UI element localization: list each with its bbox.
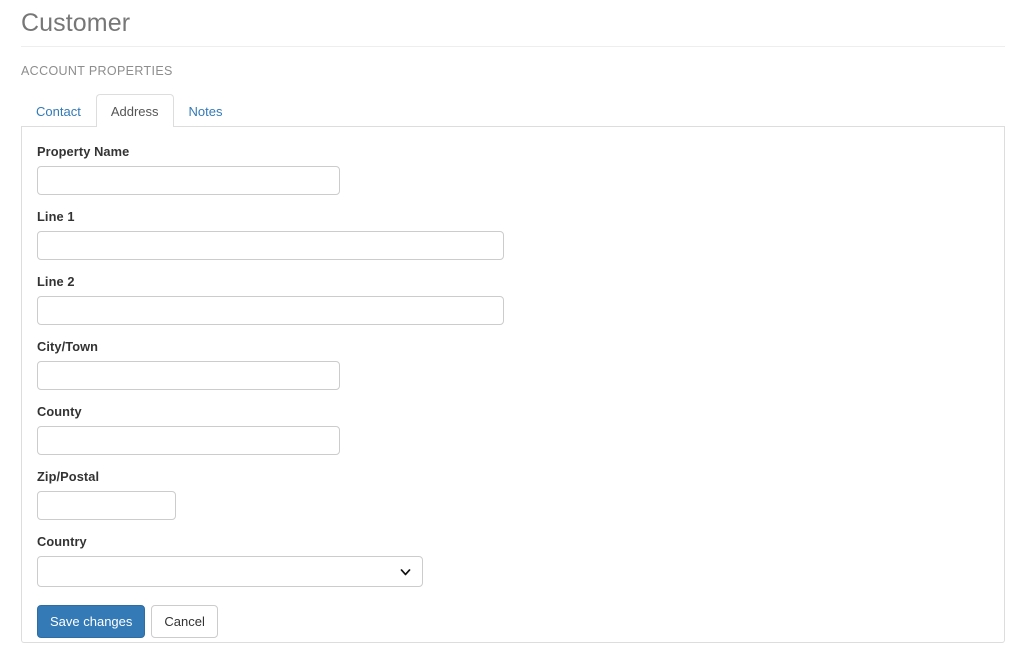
- line-2-label: Line 2: [37, 274, 75, 289]
- form-actions: Save changes Cancel: [37, 605, 989, 638]
- field-group-zip-postal: Zip/Postal: [37, 468, 989, 520]
- save-changes-button[interactable]: Save changes: [37, 605, 146, 638]
- page-title: Customer: [21, 9, 131, 37]
- line-1-input[interactable]: [37, 231, 504, 260]
- tab-contact-label: Contact: [36, 104, 81, 119]
- city-town-label: City/Town: [37, 339, 99, 354]
- tab-address[interactable]: Address: [95, 94, 174, 127]
- section-label-account-properties: ACCOUNT PROPERTIES: [21, 64, 173, 78]
- field-group-city-town: City/Town: [37, 338, 989, 390]
- account-properties-tabs: Contact Address Notes: [21, 94, 1005, 127]
- tab-notes-label: Notes: [188, 104, 223, 119]
- county-label: County: [37, 404, 82, 419]
- property-name-label: Property Name: [37, 144, 130, 159]
- city-town-input[interactable]: [37, 361, 340, 390]
- tab-notes[interactable]: Notes: [174, 94, 238, 127]
- customer-address-page: Customer ACCOUNT PROPERTIES Contact Addr…: [0, 0, 1024, 657]
- address-tab-panel: Property Name Line 1 Line 2 City/Town Co…: [21, 127, 1005, 643]
- line-2-input[interactable]: [37, 296, 504, 325]
- country-select[interactable]: [37, 556, 423, 587]
- title-divider: [21, 46, 1005, 47]
- field-group-line-1: Line 1: [37, 208, 989, 260]
- zip-postal-label: Zip/Postal: [37, 469, 100, 484]
- cancel-button[interactable]: Cancel: [151, 605, 218, 638]
- field-group-country: Country: [37, 533, 989, 587]
- tab-address-label: Address: [110, 104, 159, 119]
- address-form: Property Name Line 1 Line 2 City/Town Co…: [37, 143, 989, 638]
- zip-postal-input[interactable]: [37, 491, 176, 520]
- county-input[interactable]: [37, 426, 340, 455]
- country-select-wrapper: [37, 556, 423, 587]
- country-label: Country: [37, 534, 87, 549]
- property-name-input[interactable]: [37, 166, 340, 195]
- tab-contact[interactable]: Contact: [21, 94, 96, 127]
- line-1-label: Line 1: [37, 209, 75, 224]
- field-group-county: County: [37, 403, 989, 455]
- field-group-line-2: Line 2: [37, 273, 989, 325]
- field-group-property-name: Property Name: [37, 143, 989, 195]
